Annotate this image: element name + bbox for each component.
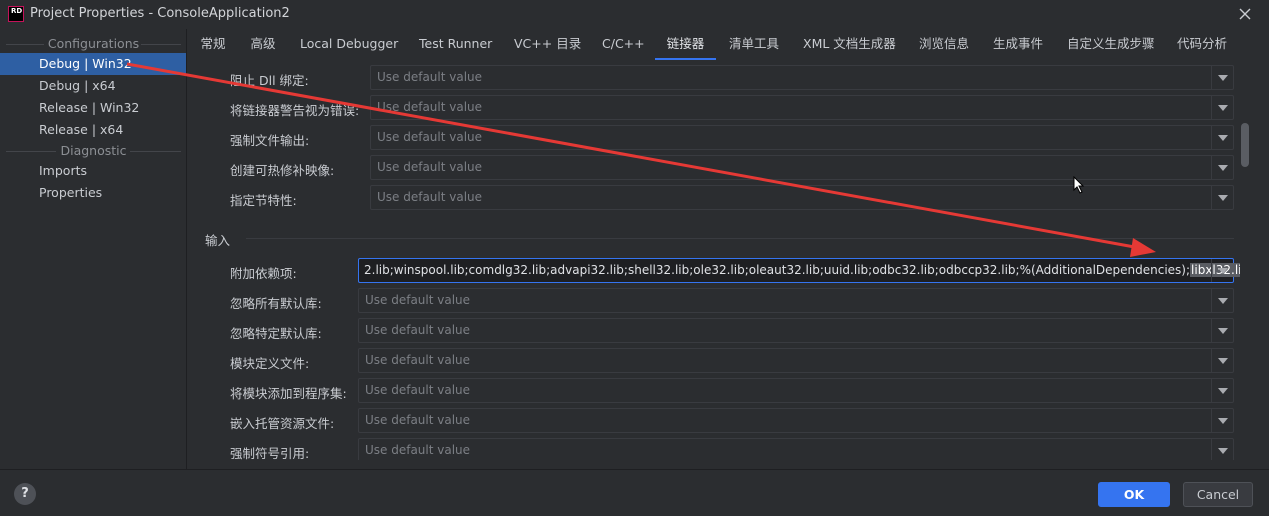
tab-build-events[interactable]: 生成事件 <box>993 29 1043 60</box>
prop-combo-add-module-to-assembly[interactable]: Use default value <box>358 378 1234 403</box>
diagnostic-item-properties[interactable]: Properties <box>0 182 186 204</box>
prop-combo-ignore-specific-default-libs[interactable]: Use default value <box>358 318 1234 343</box>
config-item-debug-x64[interactable]: Debug | x64 <box>0 75 186 97</box>
prop-label-force-file-output: 强制文件输出: <box>230 133 310 148</box>
config-item-release-x64[interactable]: Release | x64 <box>0 119 186 141</box>
section-divider <box>246 238 1234 239</box>
rider-app-icon: RD <box>8 6 24 22</box>
chevron-down-icon[interactable] <box>1211 349 1233 372</box>
prop-label-linker-warnings-as-errors: 将链接器警告视为错误: <box>230 103 360 118</box>
help-icon[interactable]: ? <box>14 483 36 505</box>
chevron-down-icon[interactable] <box>1211 259 1233 282</box>
prop-label-force-symbol-references: 强制符号引用: <box>230 446 310 460</box>
tab-linker[interactable]: 链接器 <box>655 29 716 60</box>
tab-xml-doc-generator[interactable]: XML 文档生成器 <box>803 29 896 60</box>
prop-combo-embed-managed-resource[interactable]: Use default value <box>358 408 1234 433</box>
property-grid: 阻止 Dll 绑定: Use default value 将链接器警告视为错误:… <box>188 60 1240 460</box>
prop-label-additional-dependencies: 附加依赖项: <box>230 266 297 281</box>
window-title: Project Properties - ConsoleApplication2 <box>30 6 290 21</box>
tab-test-runner[interactable]: Test Runner <box>419 29 492 60</box>
chevron-down-icon[interactable] <box>1211 126 1233 149</box>
tab-code-analysis[interactable]: 代码分析 <box>1177 29 1227 60</box>
diagnostic-item-imports[interactable]: Imports <box>0 160 186 182</box>
ok-button[interactable]: OK <box>1098 482 1170 507</box>
chevron-down-icon[interactable] <box>1211 319 1233 342</box>
additional-dependencies-field[interactable]: 2.lib;winspool.lib;comdlg32.lib;advapi32… <box>358 258 1240 283</box>
section-header-input: 输入 <box>205 233 231 248</box>
prop-combo-force-file-output[interactable]: Use default value <box>370 125 1234 150</box>
prop-label-embed-managed-resource: 嵌入托管资源文件: <box>230 416 335 431</box>
chevron-down-icon[interactable] <box>1211 289 1233 312</box>
prop-label-module-definition-file: 模块定义文件: <box>230 356 310 371</box>
prop-label-add-module-to-assembly: 将模块添加到程序集: <box>230 386 347 401</box>
additional-dependencies-text: 2.lib;winspool.lib;comdlg32.lib;advapi32… <box>364 263 1191 277</box>
prop-combo-force-symbol-references[interactable]: Use default value <box>358 438 1234 460</box>
prop-label-hot-patchable-image: 创建可热修补映像: <box>230 163 335 178</box>
prop-combo-linker-warnings-as-errors[interactable]: Use default value <box>370 95 1234 120</box>
prop-label-ignore-specific-default-libs: 忽略特定默认库: <box>230 326 322 341</box>
chevron-down-icon[interactable] <box>1211 409 1233 432</box>
prop-combo-module-definition-file[interactable]: Use default value <box>358 348 1234 373</box>
configurations-header: Configurations <box>0 36 187 52</box>
tab-custom-build-step[interactable]: 自定义生成步骤 <box>1067 29 1155 60</box>
chevron-down-icon[interactable] <box>1211 96 1233 119</box>
tab-vc-directories[interactable]: VC++ 目录 <box>514 29 581 60</box>
chevron-down-icon[interactable] <box>1211 379 1233 402</box>
chevron-down-icon[interactable] <box>1211 66 1233 89</box>
title-bar: RD Project Properties - ConsoleApplicati… <box>0 0 1269 29</box>
cancel-button[interactable]: Cancel <box>1183 482 1253 507</box>
tab-manifest-tool[interactable]: 清单工具 <box>729 29 779 60</box>
configuration-tree: Configurations Debug | Win32 Debug | x64… <box>0 29 187 469</box>
prop-label-section-attributes: 指定节特性: <box>230 193 297 208</box>
config-item-release-win32[interactable]: Release | Win32 <box>0 97 186 119</box>
close-icon[interactable] <box>1236 5 1254 23</box>
prop-label-ignore-all-default-libs: 忽略所有默认库: <box>230 296 322 311</box>
tab-browse-info[interactable]: 浏览信息 <box>919 29 969 60</box>
chevron-down-icon[interactable] <box>1211 186 1233 209</box>
tab-local-debugger[interactable]: Local Debugger <box>300 29 398 60</box>
prop-label-prevent-dll-binding: 阻止 Dll 绑定: <box>230 73 309 88</box>
vertical-scrollbar-thumb[interactable] <box>1241 123 1249 167</box>
dialog-footer: ? OK Cancel <box>0 469 1269 516</box>
prop-combo-hot-patchable-image[interactable]: Use default value <box>370 155 1234 180</box>
tab-bar: 常规 高级 Local Debugger Test Runner VC++ 目录… <box>188 29 1269 60</box>
prop-combo-section-attributes[interactable]: Use default value <box>370 185 1234 210</box>
project-properties-dialog: RD Project Properties - ConsoleApplicati… <box>0 0 1269 516</box>
chevron-down-icon[interactable] <box>1211 439 1233 460</box>
tab-c-cpp[interactable]: C/C++ <box>602 29 645 60</box>
tab-advanced[interactable]: 高级 <box>250 29 276 60</box>
prop-combo-ignore-all-default-libs[interactable]: Use default value <box>358 288 1234 313</box>
tab-general[interactable]: 常规 <box>200 29 226 60</box>
prop-combo-prevent-dll-binding[interactable]: Use default value <box>370 65 1234 90</box>
config-item-debug-win32[interactable]: Debug | Win32 <box>0 53 186 75</box>
diagnostic-header: Diagnostic <box>0 143 187 159</box>
chevron-down-icon[interactable] <box>1211 156 1233 179</box>
